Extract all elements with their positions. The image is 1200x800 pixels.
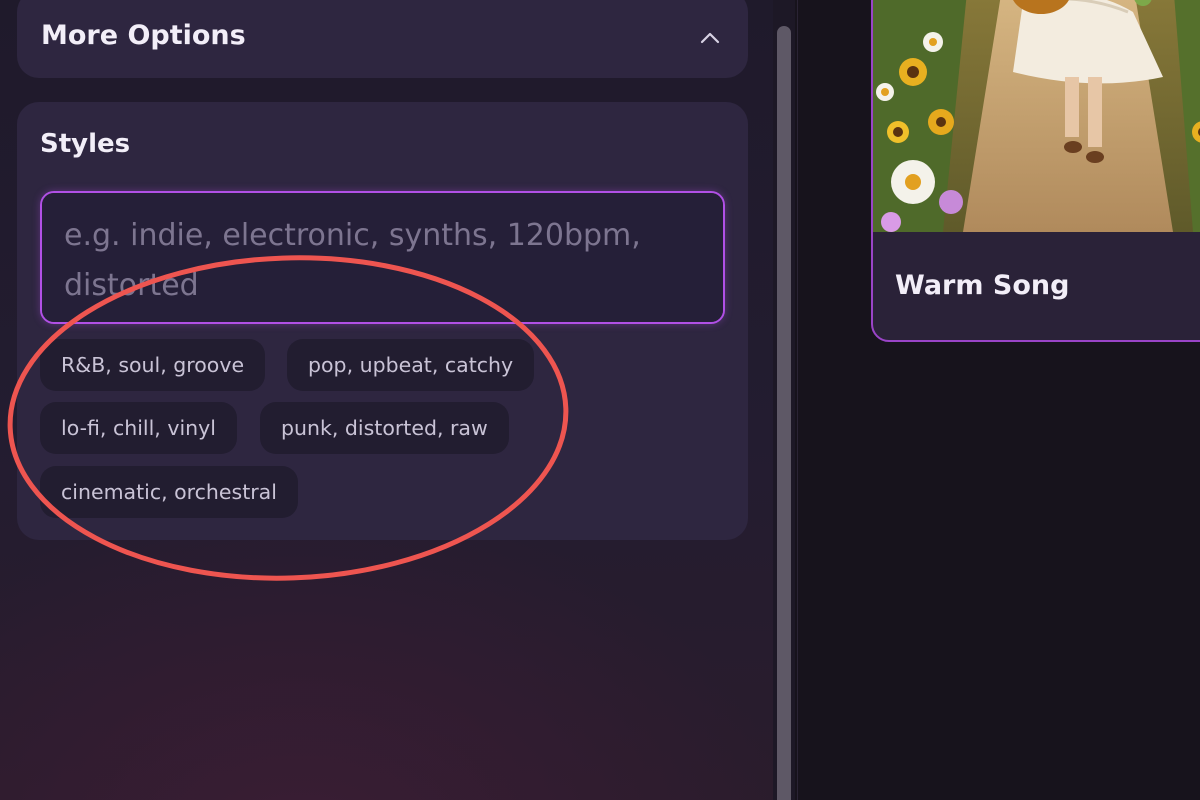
style-chip-pop[interactable]: pop, upbeat, catchy: [287, 339, 535, 391]
style-chip-lofi[interactable]: lo-fi, chill, vinyl: [40, 402, 237, 454]
styles-section: Styles R&B, soul, groove pop, upbeat, ca…: [17, 102, 748, 540]
chevron-up-icon[interactable]: [697, 25, 723, 51]
style-chip-cinematic[interactable]: cinematic, orchestral: [40, 466, 298, 518]
scrollbar-thumb[interactable]: [777, 26, 791, 800]
song-title: Warm Song: [895, 270, 1070, 301]
options-panel: More Options Styles R&B, soul, groove po…: [0, 0, 770, 800]
song-card[interactable]: Warm Song: [871, 0, 1200, 342]
styles-input[interactable]: [40, 191, 725, 324]
more-options-title: More Options: [41, 20, 246, 51]
styles-title: Styles: [40, 129, 131, 159]
panel-divider: [795, 0, 821, 800]
style-chip-punk[interactable]: punk, distorted, raw: [260, 402, 509, 454]
song-cover-image: [873, 0, 1200, 232]
more-options-header[interactable]: More Options: [17, 0, 748, 78]
left-panel: More Options Styles R&B, soul, groove po…: [0, 0, 795, 800]
style-chip-rnb[interactable]: R&B, soul, groove: [40, 339, 266, 391]
